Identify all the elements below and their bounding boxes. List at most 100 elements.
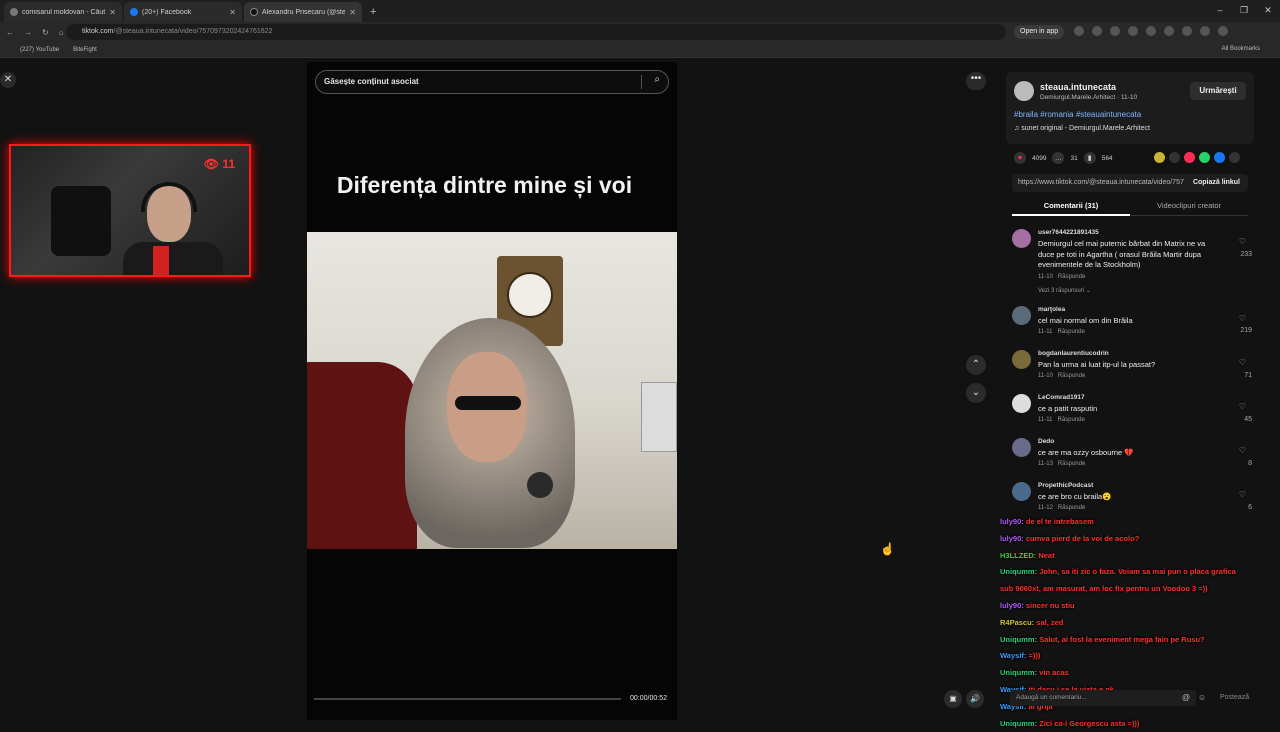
like-comment-icon[interactable]: ♡	[1239, 402, 1246, 411]
send-icon[interactable]	[1184, 152, 1195, 163]
post-comment-button[interactable]: Postează	[1220, 694, 1249, 701]
more-options-button[interactable]: •••	[966, 72, 986, 90]
avatar[interactable]	[1012, 350, 1031, 369]
avatar[interactable]	[1012, 482, 1031, 501]
related-search-input[interactable]: Găsește conținut asociat ⌕	[315, 70, 669, 94]
repost-icon[interactable]	[1154, 152, 1165, 163]
avatar[interactable]	[1012, 229, 1031, 248]
previous-video-button[interactable]: ⌃	[966, 355, 986, 375]
comment-user[interactable]: bogdanlaurentiucodrin	[1038, 350, 1109, 357]
chat-username[interactable]: Uniqumm:	[1000, 635, 1037, 644]
chat-username[interactable]: luly90:	[1000, 534, 1024, 543]
extension-icon[interactable]	[1164, 26, 1174, 36]
search-icon[interactable]: ⌕	[654, 74, 660, 85]
comment-user[interactable]: user7644221891435	[1038, 229, 1099, 236]
volume-icon[interactable]: 🔊	[966, 690, 984, 708]
tab-creator-videos[interactable]: Videoclipuri creator	[1130, 198, 1248, 216]
avatar[interactable]	[1012, 394, 1031, 413]
reload-icon[interactable]: ↻	[42, 28, 49, 37]
hashtags[interactable]: #braila #romania #steauaintunecata	[1014, 110, 1141, 119]
bookmark-icon[interactable]: ▮	[1083, 152, 1096, 164]
comment-user[interactable]: PropethicPodcast	[1038, 482, 1093, 489]
home-icon[interactable]: ⌂	[59, 28, 64, 37]
browser-tab[interactable]: (20+) Facebook ✕	[124, 2, 242, 22]
mention-icon[interactable]: @	[1182, 693, 1190, 702]
reply-button[interactable]: Răspunde	[1057, 329, 1084, 335]
tab-comments[interactable]: Comentarii (31)	[1012, 198, 1130, 216]
add-comment-input[interactable]: Adaugă un comentariu...	[1010, 690, 1196, 706]
profile-avatar[interactable]	[1200, 26, 1210, 36]
chat-username[interactable]: luly90:	[1000, 517, 1024, 526]
close-window-button[interactable]: ✕	[1256, 0, 1280, 20]
sound-link[interactable]: ♫ sunet original - Demiurgul.Marele.Arhi…	[1014, 125, 1150, 132]
creator-username[interactable]: steaua.intunecata	[1040, 82, 1116, 92]
extension-icon[interactable]	[1092, 26, 1102, 36]
extension-icon[interactable]	[1146, 26, 1156, 36]
reply-button[interactable]: Răspunde	[1057, 417, 1084, 423]
browser-tab[interactable]: comisarul moldovan - Căutare✕	[4, 2, 122, 22]
window-controls: – ❐ ✕	[1208, 0, 1280, 20]
reply-button[interactable]: Răspunde	[1058, 505, 1085, 511]
chat-message: H3LLZED: Neat	[1000, 548, 1270, 565]
facebook-icon[interactable]	[1214, 152, 1225, 163]
chat-username[interactable]: luly90:	[1000, 601, 1024, 610]
bookmark-bitefight[interactable]: BiteFight	[73, 47, 97, 53]
comment-icon[interactable]: …	[1052, 152, 1065, 164]
forward-icon[interactable]: →	[24, 28, 32, 37]
close-video-button[interactable]: ✕	[0, 72, 16, 88]
extension-icon[interactable]	[1182, 26, 1192, 36]
reply-button[interactable]: Răspunde	[1058, 461, 1085, 467]
following-button[interactable]: Urmărești	[1190, 82, 1246, 100]
close-tab-icon[interactable]: ✕	[349, 8, 356, 17]
close-tab-icon[interactable]: ✕	[229, 8, 236, 17]
view-replies-button[interactable]: Vezi 3 răspunsuri ⌄	[1038, 287, 1091, 294]
chat-username[interactable]: Uniqumm:	[1000, 668, 1037, 677]
back-icon[interactable]: ←	[6, 28, 14, 37]
chat-message: sub 9060xt, am masurat, am loc fix pentr…	[1000, 581, 1270, 598]
like-comment-icon[interactable]: ♡	[1239, 490, 1246, 499]
like-comment-icon[interactable]: ♡	[1239, 237, 1246, 246]
extension-icon[interactable]	[1110, 26, 1120, 36]
share-link[interactable]: https://www.tiktok.com/@steaua.intunecat…	[1018, 174, 1184, 192]
share-arrow-icon[interactable]	[1229, 152, 1240, 163]
embed-icon[interactable]	[1169, 152, 1180, 163]
menu-icon[interactable]	[1218, 26, 1228, 36]
new-tab-button[interactable]: +	[364, 2, 382, 22]
like-comment-icon[interactable]: ♡	[1239, 314, 1246, 323]
browser-tab-active[interactable]: Alexandru Prisecaru (@steaua✕	[244, 2, 362, 22]
search-divider	[641, 75, 642, 89]
creator-avatar[interactable]	[1014, 81, 1034, 101]
reply-button[interactable]: Răspunde	[1058, 373, 1085, 379]
captions-button[interactable]: ▣	[944, 690, 962, 708]
video-progress-bar[interactable]	[314, 698, 621, 700]
reply-button[interactable]: Răspunde	[1058, 274, 1085, 280]
avatar[interactable]	[1012, 306, 1031, 325]
comment-text: Pan la urma ai luat itp-ul la passat?	[1038, 360, 1156, 369]
next-video-button[interactable]: ⌄	[966, 383, 986, 403]
url-input[interactable]: tiktok.com/@steaua.intunecata/video/7570…	[66, 24, 1006, 40]
copy-link-button[interactable]: Copiază linkul	[1193, 174, 1240, 192]
chat-username[interactable]: Uniqumm:	[1000, 567, 1037, 576]
comment-user[interactable]: marţolea	[1038, 306, 1065, 313]
open-in-app-button[interactable]: Open in app	[1014, 25, 1065, 39]
extension-icon[interactable]	[1128, 26, 1138, 36]
emoji-icon[interactable]: ☺	[1198, 693, 1206, 702]
chat-username[interactable]: Waysif:	[1000, 651, 1026, 660]
star-icon[interactable]	[1074, 26, 1084, 36]
minimize-button[interactable]: –	[1208, 0, 1232, 20]
all-bookmarks[interactable]: All Bookmarks	[1222, 46, 1260, 52]
close-tab-icon[interactable]: ✕	[109, 8, 116, 17]
heart-icon[interactable]: ♥	[1014, 152, 1026, 164]
video-frame[interactable]	[307, 232, 677, 549]
comment-user[interactable]: LeComrad1917	[1038, 394, 1085, 401]
like-comment-icon[interactable]: ♡	[1239, 446, 1246, 455]
bookmark-youtube[interactable]: (227) YouTube	[20, 47, 59, 53]
comment-user[interactable]: Dedo	[1038, 438, 1054, 445]
chat-username[interactable]: H3LLZED:	[1000, 551, 1036, 560]
maximize-button[interactable]: ❐	[1232, 0, 1256, 20]
comment-date: 11-10	[1038, 373, 1053, 379]
chat-username[interactable]: R4Pascu:	[1000, 618, 1034, 627]
avatar[interactable]	[1012, 438, 1031, 457]
like-comment-icon[interactable]: ♡	[1239, 358, 1246, 367]
whatsapp-icon[interactable]	[1199, 152, 1210, 163]
